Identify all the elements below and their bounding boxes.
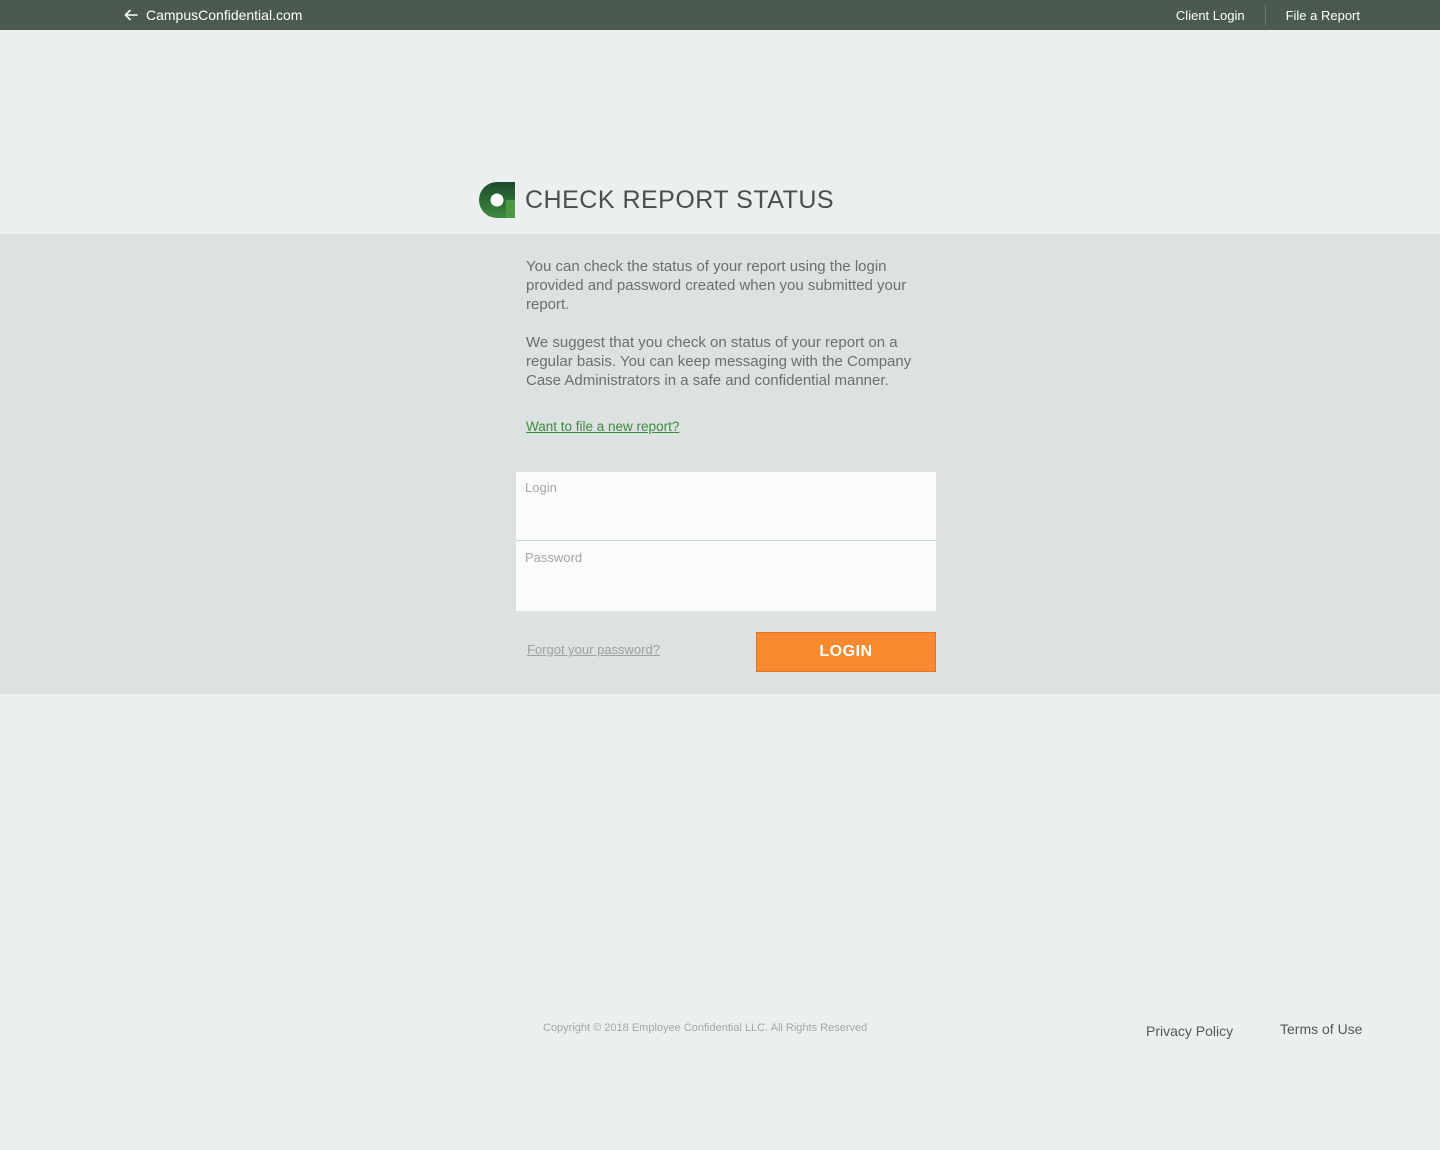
- file-new-report-link[interactable]: Want to file a new report?: [526, 419, 679, 434]
- login-button[interactable]: LOGIN: [756, 632, 936, 672]
- intro-paragraph-1: You can check the status of your report …: [526, 258, 907, 313]
- top-nav-links: Client Login File a Report: [1176, 0, 1360, 30]
- copyright-text: Copyright © 2018 Employee Confidential L…: [543, 1022, 868, 1034]
- intro-text: You can check the status of your report …: [526, 257, 936, 409]
- campus-confidential-logo-icon: [479, 182, 515, 218]
- login-input[interactable]: [516, 472, 936, 541]
- arrow-left-icon: [124, 9, 138, 21]
- privacy-policy-link[interactable]: Privacy Policy: [1146, 1023, 1233, 1039]
- terms-of-use-link[interactable]: Terms of Use: [1280, 1021, 1362, 1037]
- top-nav-bar: CampusConfidential.com Client Login File…: [0, 0, 1440, 30]
- password-input[interactable]: [516, 542, 936, 611]
- intro-paragraph-2: We suggest that you check on status of y…: [526, 334, 912, 389]
- password-field: Password: [516, 542, 936, 611]
- forgot-password-link[interactable]: Forgot your password?: [527, 642, 660, 657]
- file-report-link[interactable]: File a Report: [1286, 8, 1360, 23]
- nav-divider: [1264, 5, 1266, 25]
- page-title-row: CHECK REPORT STATUS: [479, 182, 834, 218]
- back-link-label: CampusConfidential.com: [146, 7, 303, 23]
- login-field: Login: [516, 472, 936, 541]
- page-title: CHECK REPORT STATUS: [525, 185, 835, 214]
- client-login-link[interactable]: Client Login: [1176, 8, 1245, 23]
- back-to-site-link[interactable]: CampusConfidential.com: [124, 0, 302, 30]
- login-form: Login Password: [516, 472, 936, 611]
